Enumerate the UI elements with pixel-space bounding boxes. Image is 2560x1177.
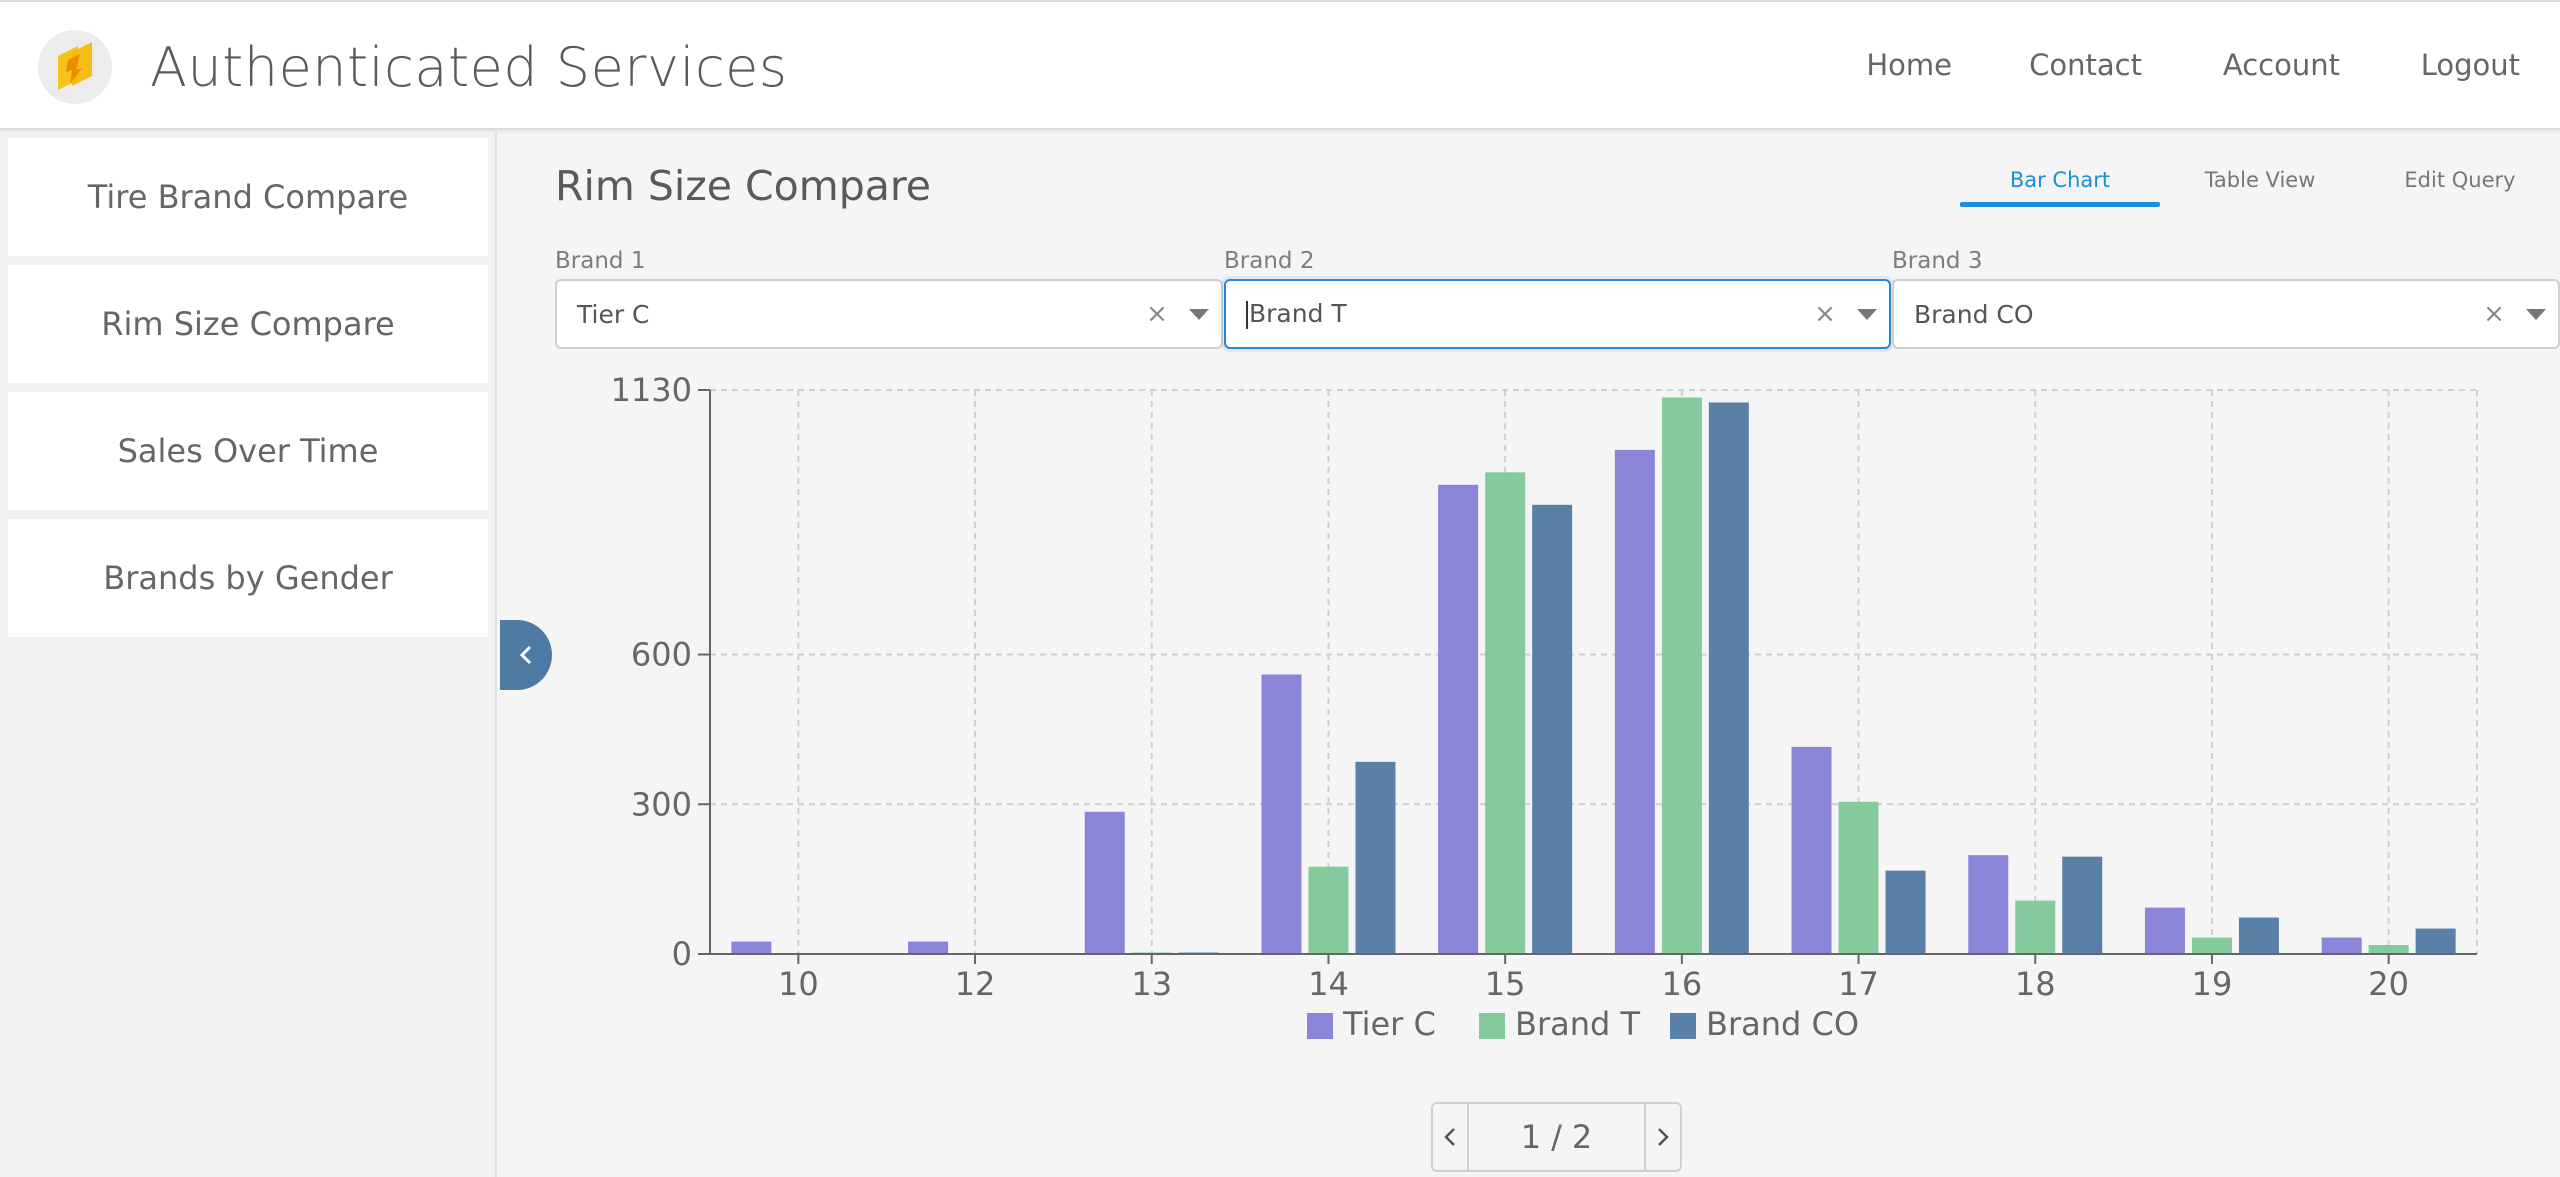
bar-brand-t-18	[2015, 900, 2056, 954]
brand-3-value: Brand CO	[1914, 299, 2034, 329]
page-indicator: 1 / 2	[1467, 1104, 1646, 1170]
tab-edit-query[interactable]: Edit Query	[2360, 168, 2560, 208]
active-tab-indicator	[1960, 202, 2160, 207]
top-header: Authenticated Services Home Contact Acco…	[0, 0, 2560, 130]
bar-brand-co-20	[2415, 928, 2456, 954]
bar-brand-t-16	[1661, 397, 1702, 955]
bar-brand-t-19	[2191, 937, 2232, 954]
sidebar-item-rim-size-compare[interactable]: Rim Size Compare	[8, 265, 488, 383]
bar-brand-t-15	[1485, 472, 1526, 954]
nav-logout-link[interactable]: Logout	[2421, 48, 2520, 82]
pagination: 1 / 2	[1431, 1102, 1682, 1172]
bar-tier-c-20	[2321, 937, 2362, 954]
brand-1-label: Brand 1	[555, 248, 646, 274]
bar-tier-c-16	[1614, 449, 1655, 954]
x-tick-label: 16	[1661, 965, 1702, 1003]
brand-2-label: Brand 2	[1224, 248, 1315, 274]
bar-tier-c-15	[1438, 484, 1479, 954]
chevron-left-icon	[519, 645, 532, 665]
page-separator: /	[1551, 1118, 1562, 1156]
caret-down-icon[interactable]	[2514, 308, 2558, 320]
bar-brand-t-20	[2368, 945, 2409, 954]
x-tick-label: 15	[1485, 965, 1526, 1003]
bar-tier-c-18	[1968, 855, 2009, 954]
sidebar: Tire Brand Compare Rim Size Compare Sale…	[0, 132, 497, 1177]
sidebar-item-brands-by-gender[interactable]: Brands by Gender	[8, 519, 488, 637]
bar-brand-co-16	[1708, 402, 1749, 954]
y-tick-label: 0	[672, 935, 692, 973]
bar-brand-co-15	[1532, 504, 1573, 954]
caret-down-icon[interactable]	[1177, 308, 1221, 320]
legend-label: Tier C	[1342, 1005, 1436, 1043]
lightning-bolt-logo-icon[interactable]	[38, 30, 112, 104]
x-tick-label: 19	[2192, 965, 2233, 1003]
view-tabs: Bar Chart Table View Edit Query	[1960, 168, 2560, 208]
y-tick-label: 300	[631, 785, 692, 823]
sidebar-item-tire-brand-compare[interactable]: Tire Brand Compare	[8, 138, 488, 256]
bar-brand-co-19	[2238, 917, 2279, 954]
brand-1-select[interactable]: Tier C ×	[555, 279, 1223, 349]
bar-tier-c-14	[1261, 674, 1302, 954]
current-page: 1	[1520, 1118, 1542, 1156]
chevron-right-icon	[1658, 1128, 1669, 1146]
sidebar-item-sales-over-time[interactable]: Sales Over Time	[8, 392, 488, 510]
text-cursor	[1246, 301, 1248, 329]
close-icon[interactable]: ×	[1137, 299, 1177, 329]
bar-brand-co-14	[1355, 761, 1396, 954]
legend-swatch	[1670, 1013, 1696, 1039]
close-icon[interactable]: ×	[1805, 299, 1845, 329]
brand-2-value: Brand T	[1249, 299, 1347, 328]
bar-tier-c-17	[1791, 746, 1832, 954]
y-tick-label: 1130	[611, 371, 692, 409]
bar-tier-c-10	[731, 941, 772, 954]
bar-brand-co-18	[2062, 856, 2103, 954]
nav-contact-link[interactable]: Contact	[2029, 48, 2142, 82]
nav-home-link[interactable]: Home	[1866, 48, 1952, 82]
brand-1-value: Tier C	[577, 299, 650, 329]
pager-prev-button[interactable]	[1433, 1104, 1467, 1170]
page-title: Rim Size Compare	[555, 162, 932, 210]
y-tick-label: 600	[631, 636, 692, 674]
bar-brand-co-17	[1885, 870, 1926, 954]
x-tick-label: 20	[2368, 965, 2409, 1003]
x-tick-label: 13	[1131, 965, 1172, 1003]
pager-next-button[interactable]	[1646, 1104, 1680, 1170]
x-tick-label: 14	[1308, 965, 1349, 1003]
total-pages: 2	[1571, 1118, 1593, 1156]
bar-tier-c-12	[908, 941, 949, 954]
x-tick-label: 12	[955, 965, 996, 1003]
bar-brand-t-14	[1308, 866, 1349, 954]
bar-tier-c-13	[1084, 811, 1125, 954]
legend-label: Brand T	[1515, 1005, 1640, 1043]
x-tick-label: 17	[1838, 965, 1879, 1003]
x-tick-label: 18	[2015, 965, 2056, 1003]
legend-swatch	[1307, 1013, 1333, 1039]
caret-down-icon[interactable]	[1845, 308, 1889, 320]
rim-size-bar-chart: 0 300 600 1130 10 12 13 14 15 16 17 18 19 20 Tier C Bra…	[611, 371, 2478, 1043]
legend-swatch	[1479, 1013, 1505, 1039]
x-tick-label: 10	[778, 965, 819, 1003]
tab-table-view[interactable]: Table View	[2160, 168, 2360, 208]
bar-brand-t-17	[1838, 801, 1879, 954]
brand-3-label: Brand 3	[1892, 248, 1983, 274]
legend-label: Brand CO	[1706, 1005, 1859, 1043]
brand-3-select[interactable]: Brand CO ×	[1892, 279, 2560, 349]
sidebar-collapse-button[interactable]	[500, 620, 552, 690]
brand-2-select[interactable]: Brand T ×	[1224, 279, 1891, 349]
chevron-left-icon	[1444, 1128, 1455, 1146]
app-title: Authenticated Services	[150, 36, 788, 99]
nav-account-link[interactable]: Account	[2223, 48, 2340, 82]
bar-tier-c-19	[2144, 907, 2185, 954]
close-icon[interactable]: ×	[2474, 299, 2514, 329]
